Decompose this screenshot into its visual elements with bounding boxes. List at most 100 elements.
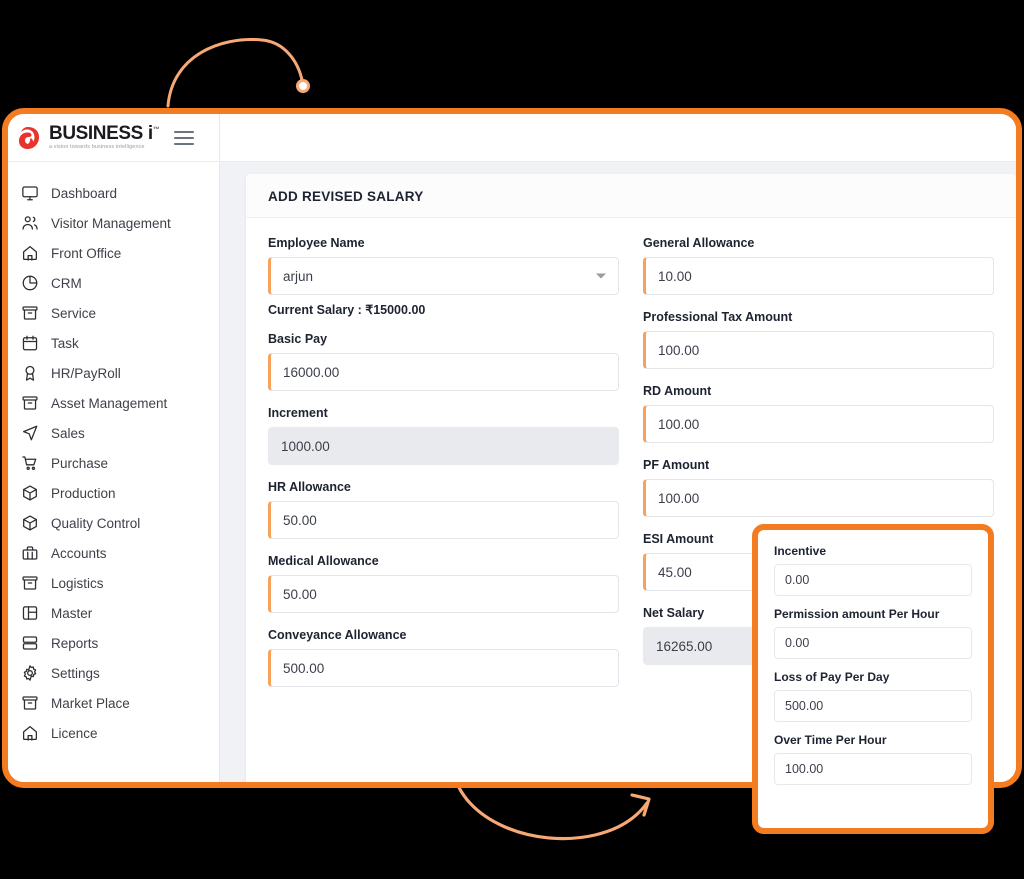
top-header-bar [220, 114, 1016, 162]
general-allowance-input[interactable]: 10.00 [643, 257, 994, 295]
business-i-logo-icon [18, 126, 39, 149]
sidebar-item-quality-control[interactable]: Quality Control [8, 508, 219, 538]
employee-name-select[interactable]: arjun [268, 257, 619, 295]
loss-of-pay-per-day-value: 500.00 [785, 699, 824, 713]
sidebar-item-task[interactable]: Task [8, 328, 219, 358]
sidebar-item-label: Task [51, 335, 79, 351]
archive-box-icon [20, 304, 39, 323]
esi-amount-value: 45.00 [658, 564, 692, 580]
hr-allowance-input[interactable]: 50.00 [268, 501, 619, 539]
sidebar-item-settings[interactable]: Settings [8, 658, 219, 688]
sidebar-item-dashboard[interactable]: Dashboard [8, 178, 219, 208]
sidebar-item-hr-payroll[interactable]: HR/PayRoll [8, 358, 219, 388]
rd-amount-value: 100.00 [658, 416, 700, 432]
sidebar-item-reports[interactable]: Reports [8, 628, 219, 658]
highlighted-extra-fields-panel: Incentive 0.00 Permission amount Per Hou… [752, 524, 994, 834]
field-pf-amount: PF Amount 100.00 [643, 458, 994, 517]
screenshot-stage: BUSINESS i™ a vision towards business in… [0, 0, 1024, 879]
field-label: PF Amount [643, 458, 710, 472]
shopping-cart-icon [20, 454, 39, 473]
field-label: Over Time Per Hour [774, 733, 887, 747]
cube-box-icon [20, 484, 39, 503]
sidebar-item-label: HR/PayRoll [51, 365, 121, 381]
users-icon [20, 214, 39, 233]
sidebar-item-label: Production [51, 485, 116, 501]
field-label: Medical Allowance [268, 554, 379, 568]
over-time-per-hour-value: 100.00 [785, 762, 824, 776]
monitor-icon [20, 184, 39, 203]
sidebar-item-sales[interactable]: Sales [8, 418, 219, 448]
field-permission-amount-per-hour: Permission amount Per Hour 0.00 [774, 607, 972, 659]
sidebar-item-front-office[interactable]: Front Office [8, 238, 219, 268]
pf-amount-input[interactable]: 100.00 [643, 479, 994, 517]
professional-tax-amount-input[interactable]: 100.00 [643, 331, 994, 369]
sidebar-item-label: Asset Management [51, 395, 168, 411]
sidebar-item-service[interactable]: Service [8, 298, 219, 328]
field-hr-allowance: HR Allowance 50.00 [268, 480, 619, 539]
layout-panel-icon [20, 604, 39, 623]
field-label: Increment [268, 406, 328, 420]
sidebar-item-label: Master [51, 605, 93, 621]
sidebar-item-label: Quality Control [51, 515, 141, 531]
sidebar-item-label: Service [51, 305, 97, 321]
sidebar-item-licence[interactable]: Licence [8, 718, 219, 748]
rd-amount-input[interactable]: 100.00 [643, 405, 994, 443]
archive-box-icon [20, 694, 39, 713]
sidebar-item-crm[interactable]: CRM [8, 268, 219, 298]
field-medical-allowance: Medical Allowance 50.00 [268, 554, 619, 613]
sidebar-item-asset-management[interactable]: Asset Management [8, 388, 219, 418]
incentive-input[interactable]: 0.00 [774, 564, 972, 596]
conveyance-allowance-value: 500.00 [283, 660, 325, 676]
award-badge-icon [20, 364, 39, 383]
chevron-down-icon[interactable] [596, 273, 606, 279]
professional-tax-amount-value: 100.00 [658, 342, 700, 358]
sidebar-item-production[interactable]: Production [8, 478, 219, 508]
form-left-column: Employee Name arjun Current Salary : ₹15… [268, 236, 619, 702]
brand-bar: BUSINESS i™ a vision towards business in… [8, 114, 219, 162]
basic-pay-input[interactable]: 16000.00 [268, 353, 619, 391]
loss-of-pay-per-day-input[interactable]: 500.00 [774, 690, 972, 722]
gear-icon [20, 664, 39, 683]
home-icon [20, 244, 39, 263]
sidebar-item-logistics[interactable]: Logistics [8, 568, 219, 598]
sidebar-item-label: Front Office [51, 245, 122, 261]
archive-box-icon [20, 574, 39, 593]
basic-pay-value: 16000.00 [283, 364, 340, 380]
brand-text-block: BUSINESS i™ a vision towards business in… [49, 124, 160, 151]
hamburger-menu-icon[interactable] [174, 130, 195, 145]
medical-allowance-value: 50.00 [283, 586, 317, 602]
conveyance-allowance-input[interactable]: 500.00 [268, 649, 619, 687]
increment-input: 1000.00 [268, 427, 619, 465]
server-stack-icon [20, 634, 39, 653]
sidebar-item-master[interactable]: Master [8, 598, 219, 628]
brand-tagline: a vision towards business intelligence [49, 144, 145, 151]
page-title: ADD REVISED SALARY [268, 189, 424, 204]
field-label: Basic Pay [268, 332, 328, 346]
net-salary-value: 16265.00 [656, 638, 713, 654]
top-arc-decoration-icon [166, 38, 310, 108]
over-time-per-hour-input[interactable]: 100.00 [774, 753, 972, 785]
field-label: Professional Tax Amount [643, 310, 793, 324]
sidebar-item-accounts[interactable]: Accounts [8, 538, 219, 568]
field-label: Loss of Pay Per Day [774, 670, 890, 684]
permission-amount-per-hour-input[interactable]: 0.00 [774, 627, 972, 659]
field-label: Conveyance Allowance [268, 628, 407, 642]
field-label: Employee Name [268, 236, 365, 250]
sidebar-item-market-place[interactable]: Market Place [8, 688, 219, 718]
sidebar-item-label: Purchase [51, 455, 109, 471]
card-header: ADD REVISED SALARY [246, 174, 1016, 218]
field-professional-tax-amount: Professional Tax Amount 100.00 [643, 310, 994, 369]
field-general-allowance: General Allowance 10.00 [643, 236, 994, 295]
send-paper-plane-icon [20, 424, 39, 443]
briefcase-icon [20, 544, 39, 563]
sidebar-item-label: Visitor Management [51, 215, 171, 231]
sidebar-item-visitor-management[interactable]: Visitor Management [8, 208, 219, 238]
sidebar-item-label: Sales [51, 425, 85, 441]
field-label: RD Amount [643, 384, 712, 398]
medical-allowance-input[interactable]: 50.00 [268, 575, 619, 613]
calendar-icon [20, 334, 39, 353]
hr-allowance-value: 50.00 [283, 512, 317, 528]
sidebar-item-purchase[interactable]: Purchase [8, 448, 219, 478]
cube-box-icon [20, 514, 39, 533]
field-loss-of-pay-per-day: Loss of Pay Per Day 500.00 [774, 670, 972, 722]
